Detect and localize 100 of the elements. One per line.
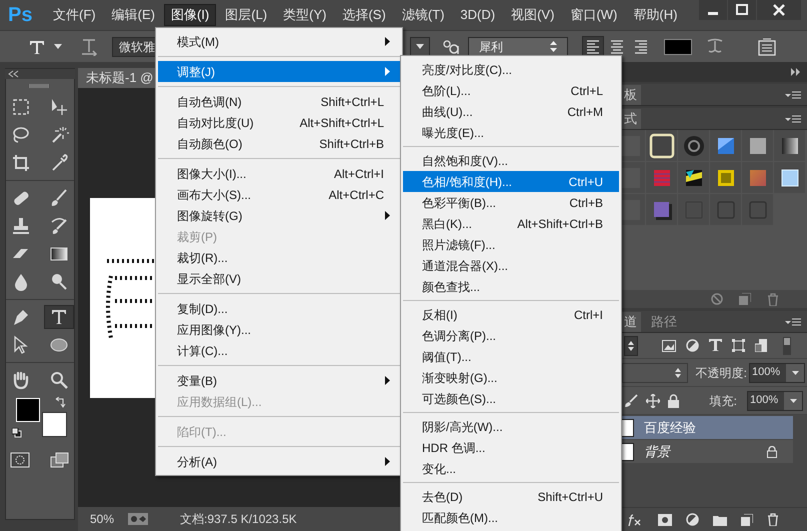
lasso-icon	[11, 125, 31, 145]
expand-panels-icon[interactable]	[791, 68, 801, 76]
maximize-button[interactable]	[728, 0, 756, 20]
menu-item[interactable]: 图像大小(I)... Alt+Ctrl+I	[158, 163, 400, 184]
lock-pixels-icon[interactable]	[624, 394, 638, 408]
menu-item[interactable]: 计算(C)...	[158, 340, 400, 361]
new-layer-icon[interactable]	[741, 514, 753, 526]
panel-menu-icon[interactable]	[785, 115, 801, 123]
adjustment-layer-icon[interactable]	[686, 513, 699, 526]
filter-toggle[interactable]	[783, 336, 791, 354]
dodge-icon	[49, 272, 69, 292]
menu-item[interactable]: 阈值(T)...	[403, 346, 619, 367]
stepper-icon	[628, 340, 634, 350]
menu-item[interactable]: 色彩平衡(B)... Ctrl+B	[403, 192, 619, 213]
menu-item[interactable]: 曲线(U)... Ctrl+M	[403, 101, 619, 122]
menu-item[interactable]: 变化...	[403, 458, 619, 479]
warp-text-icon[interactable]	[706, 38, 724, 56]
menu-bar-item[interactable]: 滤镜(T)	[394, 4, 452, 26]
panel-menu-icon[interactable]	[785, 91, 801, 99]
lock-all-icon[interactable]	[668, 394, 679, 408]
menu-bar-item[interactable]: 文件(F)	[46, 4, 103, 26]
menu-item[interactable]: 反相(I) Ctrl+I	[403, 304, 619, 325]
history-brush-icon	[49, 216, 69, 236]
panel-tab[interactable]: 道	[620, 312, 641, 332]
close-button[interactable]	[757, 0, 801, 20]
filter-kind-dropdown[interactable]	[624, 336, 638, 356]
menu-bar-item[interactable]: 图层(L)	[218, 4, 274, 26]
menu-item[interactable]: 曝光度(E)...	[403, 122, 619, 143]
menu-item[interactable]: 变量(B)	[158, 370, 400, 391]
menu-item[interactable]: 自动颜色(O) Shift+Ctrl+B	[158, 133, 400, 154]
clear-style-icon[interactable]	[711, 293, 723, 305]
panel-tab[interactable]: 式	[620, 109, 641, 129]
menu-item[interactable]: 可选颜色(S)...	[403, 388, 619, 409]
panels-toggle-icon[interactable]	[758, 38, 776, 56]
menu-item[interactable]: HDR 色调...	[403, 437, 619, 458]
font-size-dropdown[interactable]	[410, 36, 430, 56]
menu-bar-item[interactable]: 选择(S)	[335, 4, 393, 26]
mask-icon[interactable]	[658, 514, 672, 526]
screen-mode-icon[interactable]	[50, 452, 70, 468]
layer-row[interactable]: 百度经验	[620, 416, 793, 439]
text-color-swatch[interactable]	[664, 38, 692, 54]
panel-tab[interactable]: 板	[620, 85, 641, 105]
menu-item[interactable]: 照片滤镜(F)...	[403, 234, 619, 255]
menu-item[interactable]: 应用图像(Y)...	[158, 319, 400, 340]
foreground-color-swatch[interactable]	[16, 398, 40, 422]
lock-position-icon[interactable]	[646, 394, 660, 408]
default-colors-icon[interactable]	[12, 428, 22, 438]
collapse-icon[interactable]	[5, 69, 75, 79]
menu-bar-item[interactable]: 3D(D)	[453, 4, 502, 26]
menu-item[interactable]: 自动对比度(U) Alt+Shift+Ctrl+L	[158, 112, 400, 133]
menu-item[interactable]: 色阶(L)... Ctrl+L	[403, 80, 619, 101]
menu-item[interactable]: 亮度/对比度(C)...	[403, 59, 619, 80]
adjustment-filter-icon[interactable]	[686, 339, 699, 352]
menu-item[interactable]: 显示全部(V)	[158, 268, 400, 289]
menu-item[interactable]: 分析(A)	[158, 451, 400, 472]
menu-item[interactable]: 黑白(K)... Alt+Shift+Ctrl+B	[403, 213, 619, 234]
menu-item[interactable]: 匹配颜色(M)...	[403, 507, 619, 528]
align-left-button[interactable]	[582, 36, 604, 58]
pen-icon	[11, 307, 31, 327]
menu-bar-item[interactable]: 视图(V)	[504, 4, 562, 26]
navigator-icon[interactable]	[128, 513, 148, 525]
quick-mask-icon[interactable]	[10, 452, 30, 468]
swap-colors-icon[interactable]	[54, 397, 66, 409]
menu-item[interactable]: 图像旋转(G)	[158, 205, 400, 226]
menu-item[interactable]: 自然饱和度(V)...	[403, 150, 619, 171]
panel-tab[interactable]: 路径	[643, 312, 685, 332]
menu-item[interactable]: 渐变映射(G)...	[403, 367, 619, 388]
zoom-level: 50%	[90, 511, 116, 528]
menu-bar-item[interactable]: 类型(Y)	[276, 4, 334, 26]
shape-filter-icon[interactable]	[732, 339, 745, 352]
folder-icon[interactable]	[713, 514, 727, 526]
menu-item[interactable]: 色调分离(P)...	[403, 325, 619, 346]
menu-item[interactable]: 画布大小(S)... Alt+Ctrl+C	[158, 184, 400, 205]
menu-item[interactable]: 通道混合器(X)...	[403, 255, 619, 276]
menu-bar-item[interactable]: 窗口(W)	[563, 4, 624, 26]
menu-item[interactable]: 自动色调(N) Shift+Ctrl+L	[158, 91, 400, 112]
smart-object-filter-icon[interactable]	[755, 339, 767, 352]
menu-item[interactable]: 模式(M)	[158, 31, 400, 52]
menu-bar-item[interactable]: 图像(I)	[164, 4, 216, 26]
menu-bar-item[interactable]: 帮助(H)	[626, 4, 684, 26]
layer-row[interactable]: 背景	[620, 440, 793, 463]
menu-item[interactable]: 颜色查找...	[403, 276, 619, 297]
image-filter-icon[interactable]	[662, 340, 676, 352]
caret-icon[interactable]	[54, 44, 62, 49]
type-filter-icon[interactable]	[709, 339, 722, 352]
menu-item[interactable]: 阴影/高光(W)...	[403, 416, 619, 437]
anti-alias-dropdown[interactable]: 犀利	[468, 36, 568, 56]
menu-item[interactable]: 复制(D)...	[158, 298, 400, 319]
menu-item[interactable]: 去色(D) Shift+Ctrl+U	[403, 486, 619, 507]
tool-button[interactable]	[44, 305, 74, 329]
new-style-icon[interactable]	[739, 293, 751, 305]
menu-item[interactable]: 调整(J)	[158, 61, 400, 82]
minimize-button[interactable]	[699, 0, 727, 20]
stepper-icon	[674, 368, 681, 378]
background-color-swatch[interactable]	[42, 412, 67, 437]
menu-item[interactable]: 裁切(R)...	[158, 247, 400, 268]
menu-bar-item[interactable]: 编辑(E)	[104, 4, 162, 26]
panel-menu-icon[interactable]	[785, 318, 801, 326]
text-orientation-icon[interactable]	[80, 38, 98, 56]
menu-item[interactable]: 色相/饱和度(H)... Ctrl+U	[403, 171, 619, 192]
